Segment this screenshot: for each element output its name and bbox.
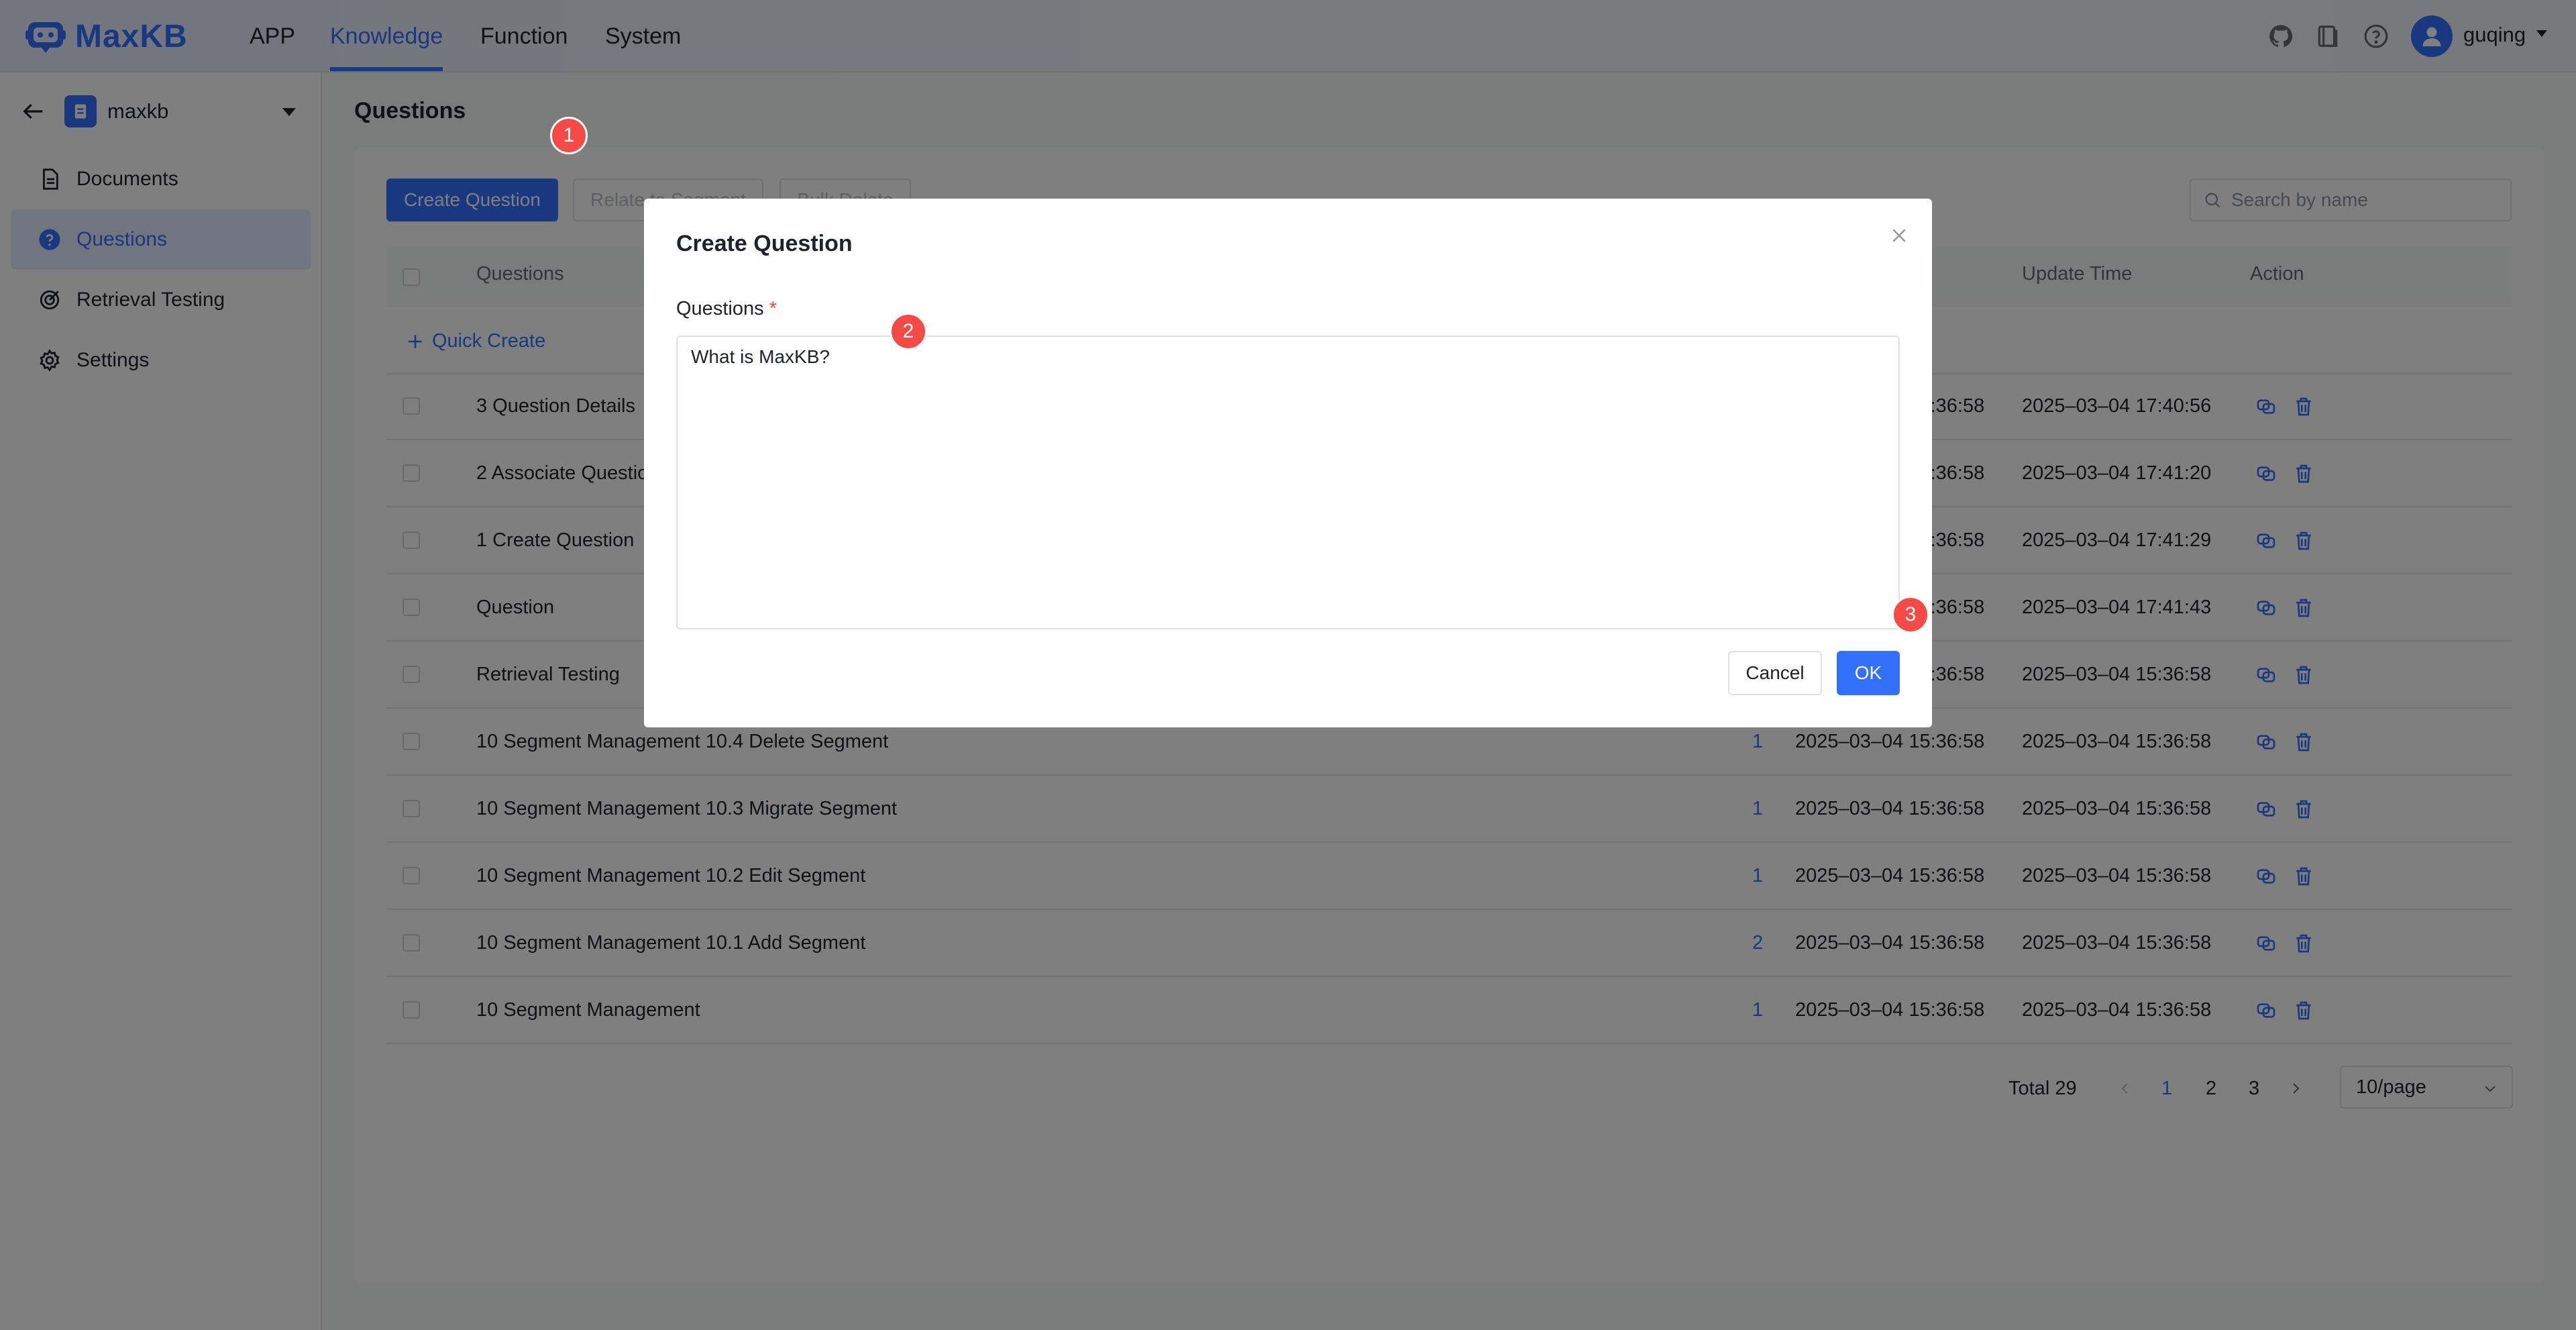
annotation-badge-2: 2 (890, 313, 927, 350)
field-label-text: Questions (676, 298, 764, 319)
questions-field-label: Questions * (676, 298, 777, 320)
cancel-button[interactable]: Cancel (1728, 651, 1822, 695)
annotation-badge-3: 3 (1892, 596, 1929, 633)
close-icon[interactable] (1889, 225, 1909, 246)
ok-button[interactable]: OK (1837, 651, 1900, 695)
required-mark: * (769, 298, 777, 319)
annotation-badge-1: 1 (550, 117, 588, 154)
questions-textarea[interactable]: What is MaxKB? (676, 336, 1900, 629)
dialog-title: Create Question (676, 231, 853, 256)
